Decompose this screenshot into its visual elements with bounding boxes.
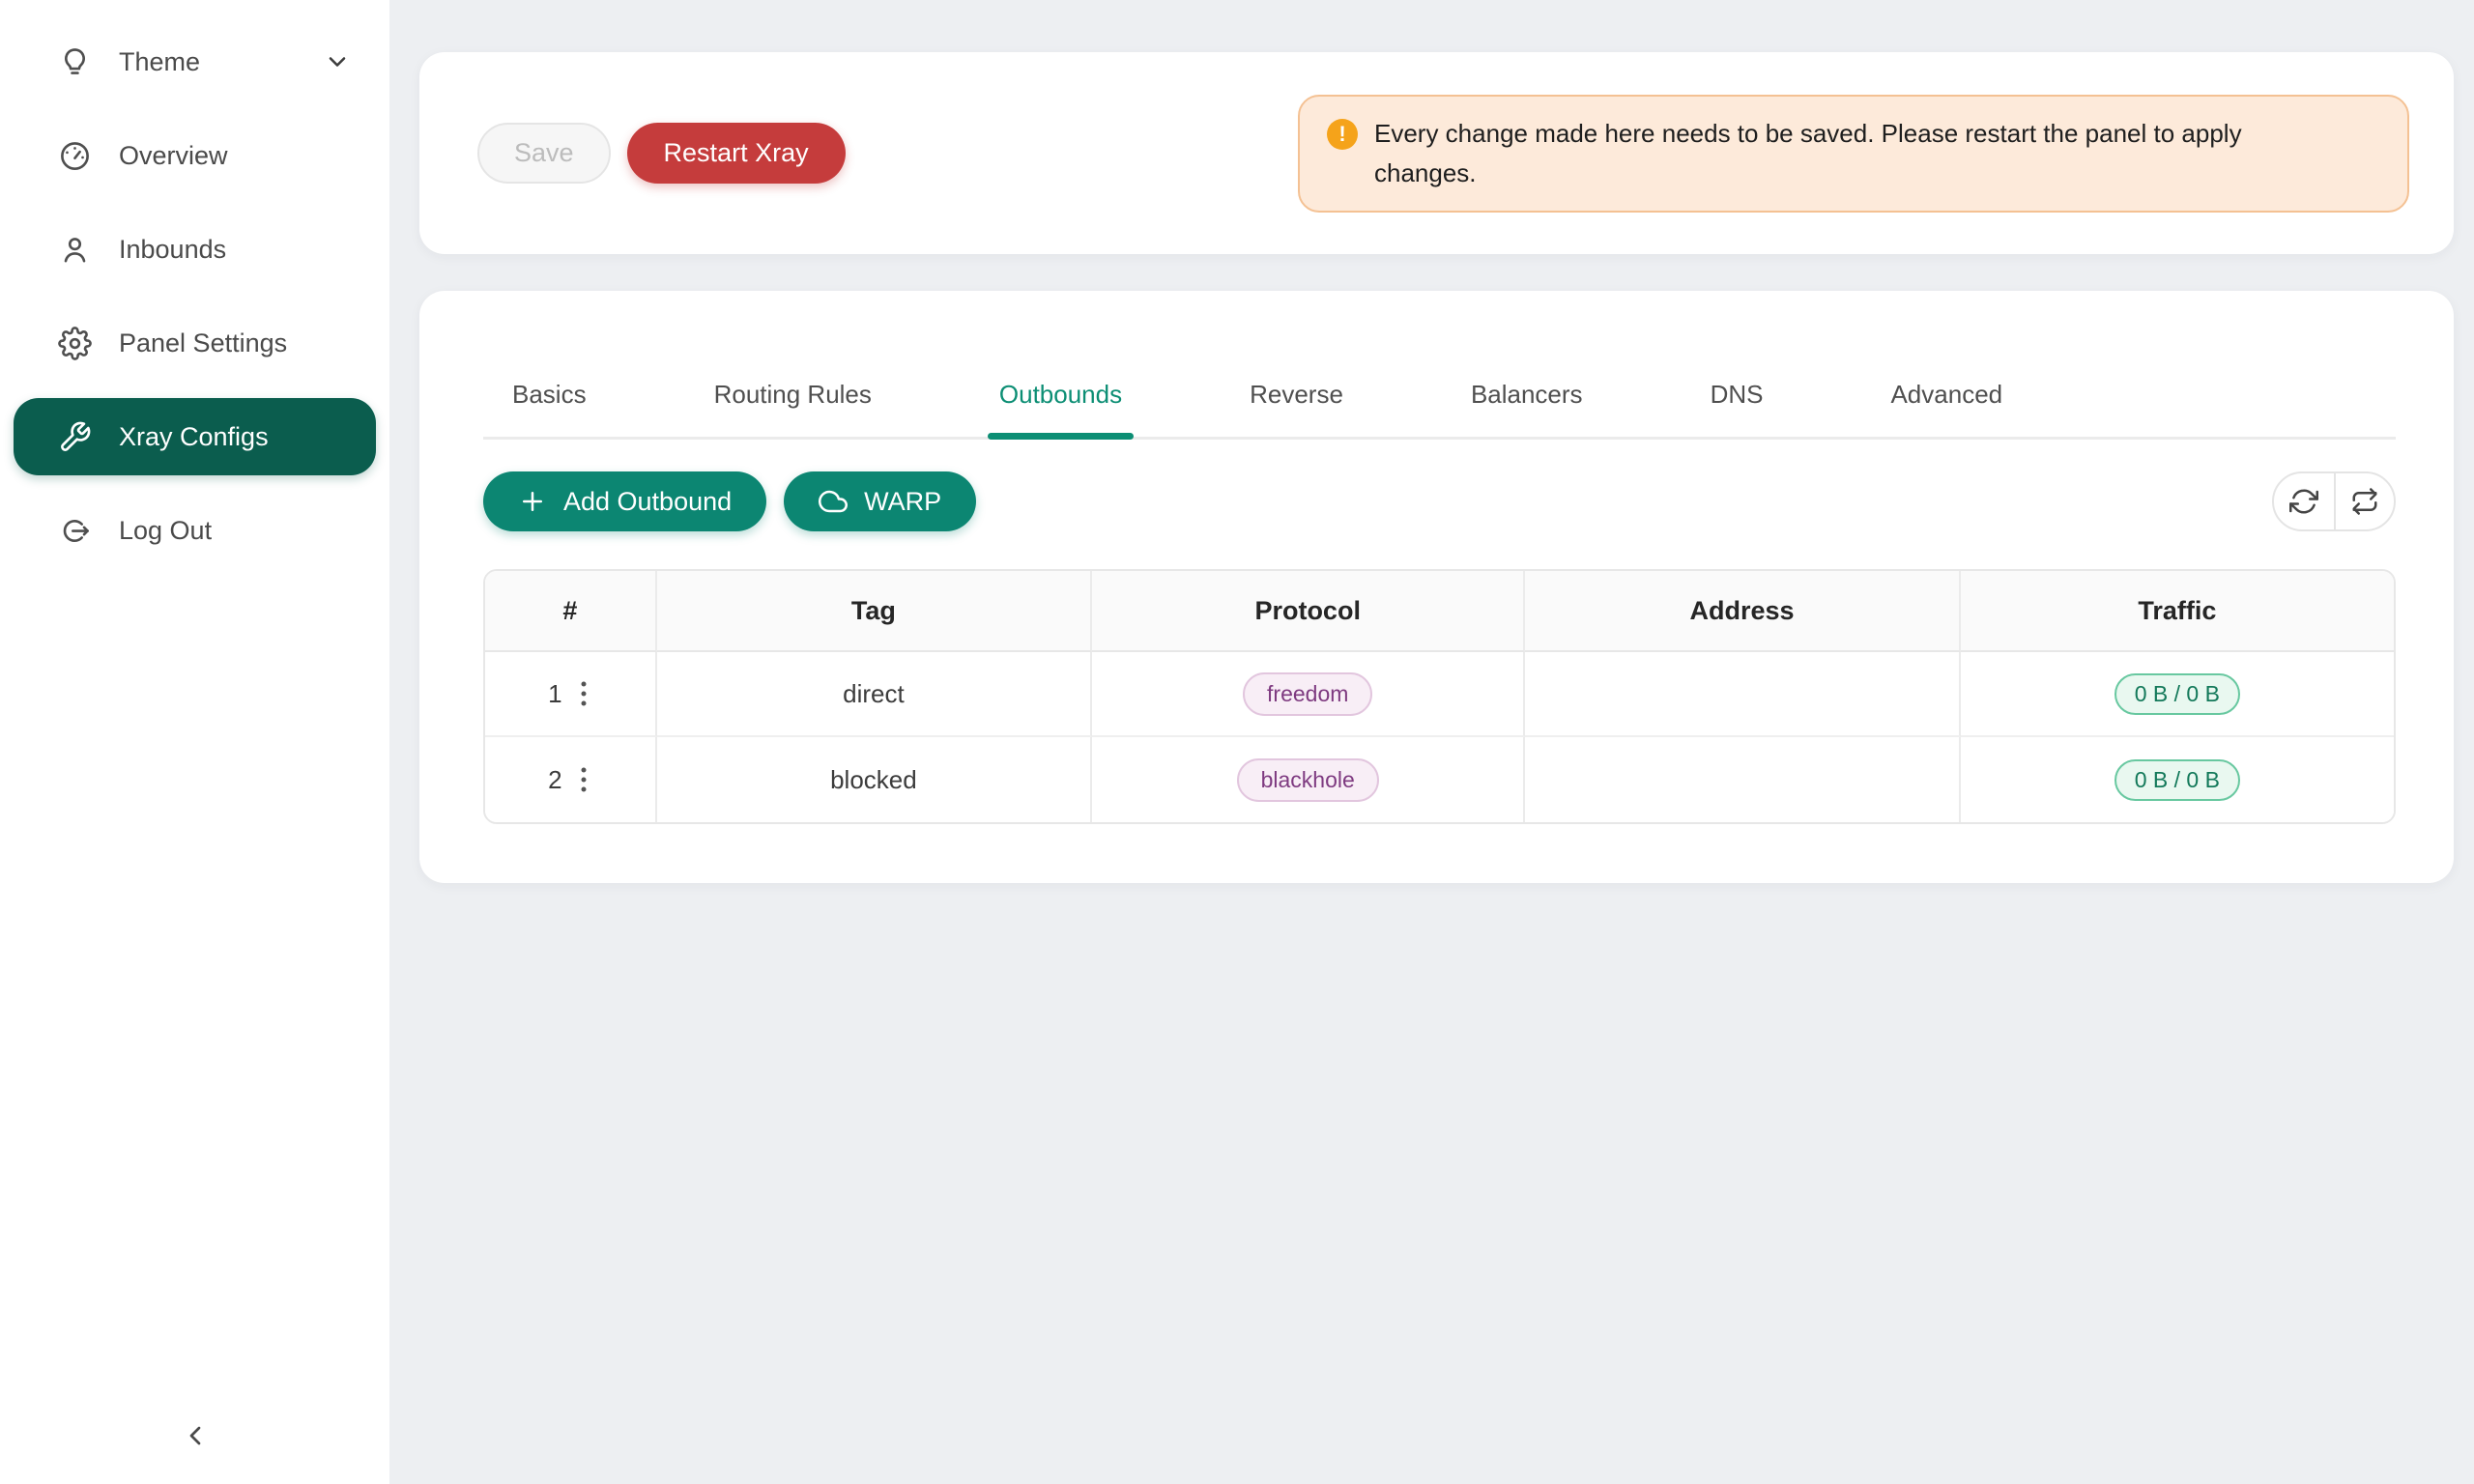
- column-header-index: #: [485, 571, 657, 652]
- tab-routing-rules[interactable]: Routing Rules: [712, 291, 874, 437]
- sidebar: Theme Overview Inbounds Panel Settings: [0, 0, 389, 1484]
- wrench-icon: [58, 420, 92, 454]
- sidebar-collapse-button[interactable]: [164, 1405, 226, 1467]
- tab-reverse[interactable]: Reverse: [1248, 291, 1345, 437]
- outbounds-actions-row: Add Outbound WARP: [483, 471, 2396, 531]
- lightbulb-icon: [58, 45, 92, 79]
- column-header-traffic: Traffic: [1961, 571, 2394, 652]
- config-tabbar: Basics Routing Rules Outbounds Reverse B…: [483, 291, 2396, 440]
- xray-configs-card: Basics Routing Rules Outbounds Reverse B…: [419, 291, 2454, 883]
- sidebar-item-overview[interactable]: Overview: [14, 117, 376, 194]
- sidebar-nav: Theme Overview Inbounds Panel Settings: [0, 0, 389, 569]
- save-button[interactable]: Save: [477, 123, 611, 184]
- toolbar-card: Save Restart Xray ! Every change made he…: [419, 52, 2454, 254]
- vertical-ellipsis-icon: [579, 764, 589, 795]
- warp-label: WARP: [864, 487, 941, 517]
- content-area: Save Restart Xray ! Every change made he…: [389, 0, 2474, 883]
- tab-dns[interactable]: DNS: [1709, 291, 1766, 437]
- dashboard-icon: [58, 139, 92, 173]
- row-tag: blocked: [657, 737, 1092, 822]
- column-header-protocol: Protocol: [1092, 571, 1525, 652]
- restart-xray-button[interactable]: Restart Xray: [627, 123, 846, 184]
- warning-circle-icon: !: [1327, 119, 1358, 150]
- repeat-icon: [2350, 487, 2379, 516]
- traffic-badge: 0 B / 0 B: [2114, 759, 2240, 801]
- refresh-button-group: [2272, 471, 2396, 531]
- row-address: [1525, 652, 1960, 737]
- sidebar-item-label: Theme: [119, 47, 200, 77]
- traffic-badge: 0 B / 0 B: [2114, 673, 2240, 715]
- sync-button[interactable]: [2274, 473, 2334, 529]
- tab-balancers[interactable]: Balancers: [1469, 291, 1585, 437]
- chevron-left-icon: [180, 1420, 211, 1451]
- column-header-tag: Tag: [657, 571, 1092, 652]
- sync-icon: [2289, 487, 2318, 516]
- tab-advanced[interactable]: Advanced: [1888, 291, 2004, 437]
- add-outbound-label: Add Outbound: [563, 487, 732, 517]
- table-header-row: # Tag Protocol Address Traffic: [485, 571, 2394, 652]
- sidebar-item-inbounds[interactable]: Inbounds: [14, 211, 376, 288]
- sidebar-item-label: Xray Configs: [119, 422, 269, 452]
- sidebar-item-panel-settings[interactable]: Panel Settings: [14, 304, 376, 382]
- add-outbound-button[interactable]: Add Outbound: [483, 471, 766, 531]
- sidebar-item-label: Inbounds: [119, 235, 226, 265]
- tab-basics[interactable]: Basics: [510, 291, 589, 437]
- logout-icon: [58, 514, 92, 548]
- vertical-ellipsis-icon: [579, 678, 589, 709]
- row-index: 1: [548, 679, 561, 709]
- sidebar-item-label: Log Out: [119, 516, 212, 546]
- row-menu-button[interactable]: [575, 674, 592, 713]
- row-menu-button[interactable]: [575, 760, 592, 799]
- table-row: 2 blocked blackhole 0 B / 0 B: [485, 737, 2394, 822]
- sidebar-item-label: Overview: [119, 141, 228, 171]
- user-icon: [58, 233, 92, 267]
- sidebar-item-label: Panel Settings: [119, 328, 287, 358]
- chevron-down-icon: [324, 48, 351, 75]
- repeat-button[interactable]: [2334, 473, 2394, 529]
- sidebar-item-theme[interactable]: Theme: [14, 23, 376, 100]
- sidebar-item-log-out[interactable]: Log Out: [14, 492, 376, 569]
- gear-icon: [58, 327, 92, 360]
- restart-warning-alert: ! Every change made here needs to be sav…: [1298, 95, 2409, 213]
- row-index: 2: [548, 765, 561, 795]
- tab-outbounds[interactable]: Outbounds: [997, 291, 1124, 437]
- warp-button[interactable]: WARP: [784, 471, 976, 531]
- protocol-badge: blackhole: [1237, 758, 1379, 802]
- column-header-address: Address: [1525, 571, 1960, 652]
- outbounds-table: # Tag Protocol Address Traffic 1: [483, 569, 2396, 824]
- cloud-icon: [819, 487, 848, 516]
- row-address: [1525, 737, 1960, 822]
- sidebar-item-xray-configs[interactable]: Xray Configs: [14, 398, 376, 475]
- protocol-badge: freedom: [1243, 672, 1372, 716]
- plus-icon: [518, 487, 547, 516]
- table-row: 1 direct freedom 0 B / 0 B: [485, 652, 2394, 737]
- row-tag: direct: [657, 652, 1092, 737]
- alert-text: Every change made here needs to be saved…: [1374, 114, 2326, 193]
